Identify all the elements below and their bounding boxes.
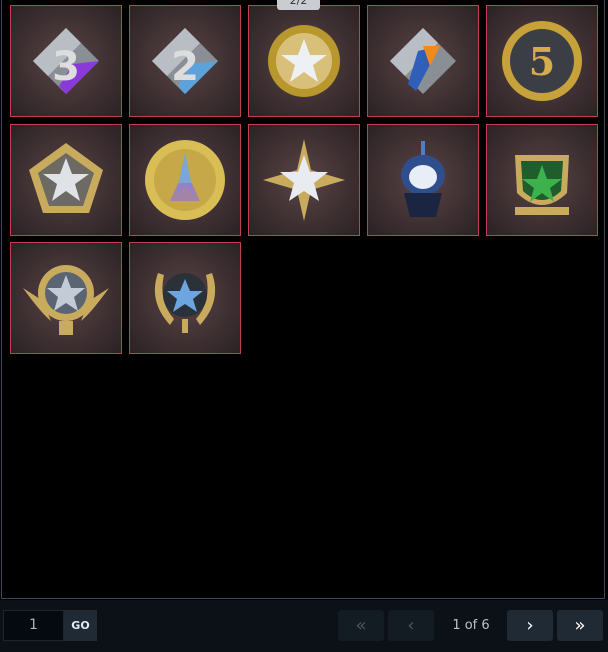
svg-text:3: 3 — [52, 44, 80, 90]
inventory-item[interactable]: 2 — [129, 5, 241, 117]
cupcake-pin-icon — [401, 141, 445, 217]
pagination-bar: 1 GO « ‹ 1 of 6 › » — [0, 600, 608, 652]
season-1-coin-icon — [390, 28, 456, 94]
page-number-input[interactable]: 1 — [3, 610, 64, 641]
inventory-item[interactable] — [486, 124, 598, 236]
first-page-button[interactable]: « — [338, 610, 384, 641]
svg-text:5: 5 — [529, 39, 555, 84]
inventory-item[interactable] — [367, 124, 479, 236]
season-2-coin-icon: 2 — [152, 28, 218, 94]
inventory-item[interactable]: 5 — [486, 5, 598, 117]
gold-star-badge-icon — [268, 25, 340, 97]
radiant-star-medal-icon — [263, 139, 345, 221]
last-page-button[interactable]: » — [557, 610, 603, 641]
5-year-veteran-coin-icon: 5 — [502, 21, 582, 101]
page-status: 1 of 6 — [452, 618, 490, 633]
inventory-item[interactable] — [10, 124, 122, 236]
laurel-blue-star-medal-icon — [154, 273, 216, 333]
inventory-item[interactable] — [367, 5, 479, 117]
inventory-item[interactable] — [248, 124, 360, 236]
svg-text:2: 2 — [171, 44, 199, 90]
next-page-button[interactable]: › — [507, 610, 553, 641]
gold-csgo-coin-icon — [145, 140, 225, 220]
winged-star-medal-icon — [23, 265, 109, 335]
prev-page-button[interactable]: ‹ — [388, 610, 434, 641]
inventory-item[interactable] — [10, 242, 122, 354]
inventory-grid-panel: 3 2 5 — [1, 0, 605, 599]
green-star-shield-icon — [515, 155, 569, 215]
inventory-item[interactable] — [248, 5, 360, 117]
inventory-item[interactable]: 3 — [10, 5, 122, 117]
go-button[interactable]: GO — [64, 610, 97, 641]
inventory-item[interactable] — [129, 242, 241, 354]
item-count-tooltip: 2/2 — [277, 0, 320, 10]
inventory-item[interactable] — [129, 124, 241, 236]
season-3-coin-icon: 3 — [33, 28, 99, 94]
pentagon-star-medal-icon — [29, 143, 103, 213]
